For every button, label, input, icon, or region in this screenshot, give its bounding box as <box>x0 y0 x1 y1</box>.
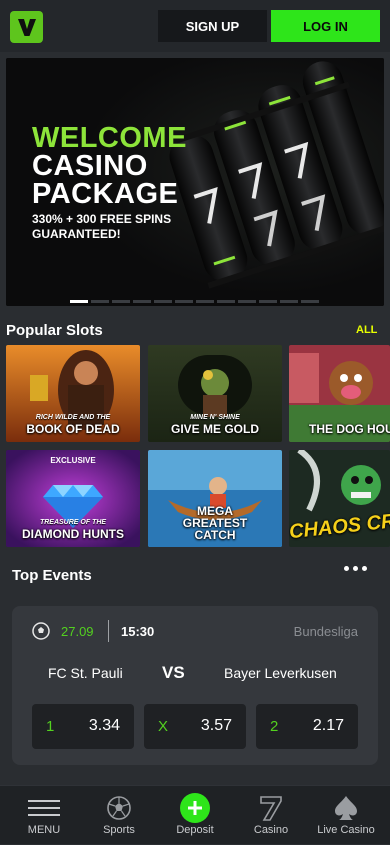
slot-title: THE DOG HOU <box>309 422 390 436</box>
odds-key: X <box>158 718 169 735</box>
nav-label: MENU <box>27 824 61 836</box>
odds-key: 2 <box>270 718 279 735</box>
slot-subtitle: MINE N' SHINE <box>190 414 240 421</box>
promo-banner[interactable]: WELCOME CASINO PACKAGE 330% + 300 FREE S… <box>6 58 384 306</box>
popular-slots-title: Popular Slots <box>6 322 103 339</box>
slot-tile-mega-greatest-catch[interactable]: MEGA GREATEST CATCH <box>148 450 282 547</box>
nav-sports[interactable]: Sports <box>80 786 158 845</box>
carousel-dot[interactable] <box>91 300 109 303</box>
odds-key: 1 <box>46 718 55 735</box>
hamburger-icon <box>28 800 60 816</box>
spade-icon <box>335 796 357 820</box>
away-team: Bayer Leverkusen <box>224 665 337 681</box>
soccer-ball-icon <box>107 796 131 820</box>
nav-live-casino[interactable]: Live Casino <box>307 786 385 845</box>
odds-button-home[interactable]: 1 3.34 <box>32 704 134 749</box>
slot-subtitle: RICH WILDE AND THE <box>35 414 111 421</box>
sign-up-button[interactable]: SIGN UP <box>158 10 267 42</box>
slot-title: GIVE ME GOLD <box>170 422 259 436</box>
carousel-dot[interactable] <box>238 300 256 303</box>
carousel-dot[interactable] <box>301 300 319 303</box>
carousel-dot[interactable] <box>280 300 298 303</box>
more-options-icon[interactable] <box>344 566 367 571</box>
event-date: 27.09 <box>61 624 94 639</box>
event-time: 15:30 <box>121 624 155 639</box>
event-card[interactable]: 27.09 15:30 Bundesliga FC St. Pauli VS B… <box>12 606 378 765</box>
slot-tile-dog-house[interactable]: THE DOG HOU <box>289 345 390 442</box>
nav-label: Casino <box>253 824 289 836</box>
carousel-dot[interactable] <box>175 300 193 303</box>
carousel-dot[interactable] <box>133 300 151 303</box>
nav-label: Sports <box>103 824 135 836</box>
v-logo-icon <box>17 19 36 36</box>
bottom-navigation: MENU Sports Deposit Casino Live Casino <box>0 785 390 844</box>
odds-button-away[interactable]: 2 2.17 <box>256 704 358 749</box>
slot-title: MEGA GREATEST CATCH <box>182 504 248 542</box>
banner-guarantee: GUARANTEED! <box>32 227 121 241</box>
top-events-title: Top Events <box>12 567 92 584</box>
nav-casino[interactable]: Casino <box>232 786 310 845</box>
banner-offer: 330% + 300 FREE SPINS <box>32 212 172 226</box>
odds-button-draw[interactable]: X 3.57 <box>144 704 246 749</box>
odds-value: 2.17 <box>312 717 344 734</box>
versus-label: VS <box>162 663 185 682</box>
slot-title: DIAMOND HUNTS <box>22 527 124 541</box>
carousel-dot[interactable] <box>196 300 214 303</box>
slot-tile-diamond-hunts[interactable]: EXCLUSIVE TREASURE OF THE DIAMOND HUNTS <box>6 450 140 547</box>
carousel-dot[interactable] <box>70 300 88 303</box>
slot-tile-chaos-crew[interactable]: CHAOS CREW <box>289 450 390 547</box>
nav-menu[interactable]: MENU <box>5 786 83 845</box>
carousel-dot[interactable] <box>112 300 130 303</box>
carousel-indicator <box>70 300 319 303</box>
nav-deposit[interactable]: Deposit <box>156 786 234 845</box>
slot-tile-give-me-gold[interactable]: MINE N' SHINE GIVE ME GOLD <box>148 345 282 442</box>
home-team: FC St. Pauli <box>48 665 123 681</box>
odds-value: 3.34 <box>88 717 120 734</box>
divider <box>108 620 109 642</box>
brand-logo[interactable] <box>10 11 43 43</box>
exclusive-tag: EXCLUSIVE <box>50 456 96 465</box>
seven-icon <box>260 796 282 821</box>
log-in-button[interactable]: LOG IN <box>271 10 380 42</box>
banner-headline-3: PACKAGE <box>32 178 179 210</box>
all-slots-link[interactable]: ALL <box>356 324 377 336</box>
carousel-dot[interactable] <box>259 300 277 303</box>
top-bar: SIGN UP LOG IN <box>0 0 390 52</box>
slot-subtitle: TREASURE OF THE <box>39 519 107 526</box>
carousel-dot[interactable] <box>154 300 172 303</box>
nav-label: Deposit <box>176 824 214 836</box>
plus-circle-icon <box>180 793 210 823</box>
odds-value: 3.57 <box>200 717 232 734</box>
slot-tile-book-of-dead[interactable]: RICH WILDE AND THE BOOK OF DEAD <box>6 345 140 442</box>
nav-label: Live Casino <box>317 824 375 836</box>
event-league: Bundesliga <box>293 624 358 639</box>
soccer-ball-icon <box>32 622 50 640</box>
carousel-dot[interactable] <box>217 300 235 303</box>
slot-title: BOOK OF DEAD <box>26 422 120 436</box>
